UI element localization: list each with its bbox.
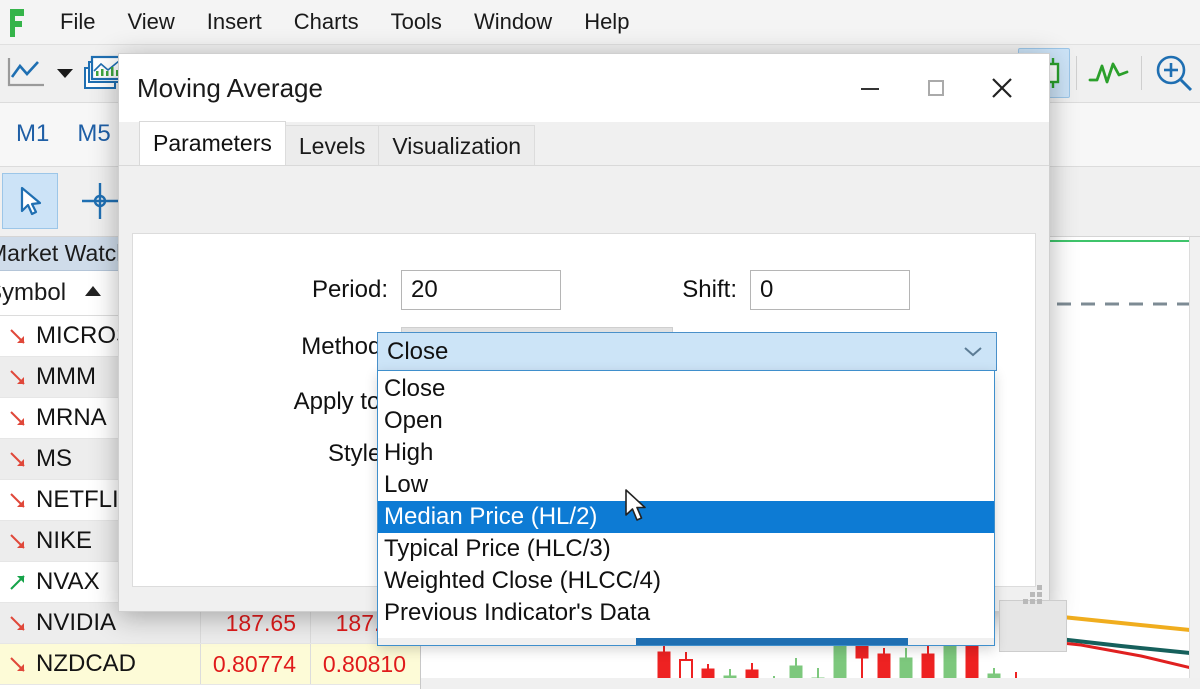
moving-average-dialog[interactable]: Moving Average Parameters Levels Visualiza… <box>118 53 1067 652</box>
chart-horizontal-scrollbar[interactable] <box>421 678 1200 689</box>
toolbar-separator <box>1076 56 1077 90</box>
dropdown-horizontal-scrollbar[interactable] <box>378 638 994 645</box>
metatrader-logo-icon <box>4 7 30 37</box>
dropdown-option-3[interactable]: Low <box>378 469 994 501</box>
ask-price: 0.80810 <box>310 644 420 684</box>
timeframe-m5[interactable]: M5 <box>63 102 124 166</box>
trend-down-icon <box>0 449 36 470</box>
apply-to-select-value: Close <box>387 337 449 365</box>
dropdown-option-0[interactable]: Close <box>378 373 994 405</box>
metatrader-window: Market Watch Symbol MICROSOFTMMMMRNAMSNE… <box>0 0 1200 689</box>
menu-item-help[interactable]: Help <box>568 0 645 44</box>
menu-item-charts[interactable]: Charts <box>278 0 375 44</box>
trend-down-icon <box>0 326 36 347</box>
period-label: Period: <box>311 276 388 303</box>
trend-down-icon <box>0 490 36 511</box>
apply-to-dropdown-list[interactable]: Close Open High Low Median Price (HL/2) Typic… <box>377 370 995 646</box>
chevron-down-icon[interactable] <box>950 345 996 358</box>
dropdown-option-4[interactable]: Median Price (HL/2) <box>378 501 994 533</box>
shift-label: Shift: <box>682 276 737 303</box>
chart-vertical-scrollbar[interactable] <box>1189 236 1200 689</box>
table-row[interactable]: NZDCAD 0.80774 0.80810 <box>0 644 420 685</box>
menu-bar: File View Insert Charts Tools Window Help <box>0 0 1200 45</box>
dropdown-option-5[interactable]: Typical Price (HLC/3) <box>378 533 994 565</box>
trend-down-icon <box>0 613 36 634</box>
dropdown-option-1[interactable]: Open <box>378 405 994 437</box>
menu-item-window[interactable]: Window <box>458 0 568 44</box>
apply-to-field-row: Apply to: <box>262 388 387 416</box>
apply-to-select[interactable]: Close <box>377 332 997 371</box>
tab-parameters[interactable]: Parameters <box>139 121 286 165</box>
cursor-arrow-icon[interactable] <box>2 173 58 229</box>
dropdown-option-7[interactable]: Previous Indicator's Data <box>378 597 994 629</box>
timeframe-m1[interactable]: M1 <box>2 102 63 166</box>
period-input-value: 20 <box>411 276 438 303</box>
menu-item-file[interactable]: File <box>44 0 111 44</box>
symbol-name: NVIDIA <box>36 609 117 636</box>
style-label: Style: <box>327 440 388 467</box>
trend-up-icon <box>0 572 36 593</box>
menu-item-tools[interactable]: Tools <box>375 0 458 44</box>
menu-item-view[interactable]: View <box>111 0 190 44</box>
trend-down-icon <box>0 531 36 552</box>
sort-ascending-icon <box>84 284 102 302</box>
bid-price: 0.80774 <box>200 644 310 684</box>
column-header-symbol[interactable]: Symbol <box>0 279 66 307</box>
trend-down-icon <box>0 654 36 675</box>
apply-to-label: Apply to: <box>293 388 387 415</box>
dialog-action-button[interactable] <box>999 600 1067 652</box>
tab-visualization[interactable]: Visualization <box>378 125 536 165</box>
trend-down-icon <box>0 367 36 388</box>
period-input[interactable]: 20 <box>401 270 561 310</box>
market-watch-title-label: Market Watch <box>0 239 130 266</box>
dropdown-scroll-thumb[interactable] <box>636 638 908 645</box>
close-icon[interactable] <box>969 54 1035 122</box>
menu-item-insert[interactable]: Insert <box>191 0 278 44</box>
line-chart-icon[interactable] <box>0 48 52 98</box>
dialog-titlebar[interactable]: Moving Average <box>119 54 1049 122</box>
method-label: Method: <box>301 333 388 360</box>
period-field-row: Period: 20 <box>263 270 561 310</box>
symbol-name: NZDCAD <box>36 650 136 677</box>
chevron-down-icon[interactable] <box>52 48 78 98</box>
indicator-line-icon[interactable] <box>1083 48 1135 98</box>
style-field-row: Style: <box>263 440 388 468</box>
shift-input-value: 0 <box>760 276 774 303</box>
toolbar-separator <box>1141 56 1142 90</box>
dropdown-option-2[interactable]: High <box>378 437 994 469</box>
dialog-tabs: Parameters Levels Visualization <box>119 121 1049 166</box>
trend-down-icon <box>0 408 36 429</box>
maximize-icon[interactable] <box>903 54 969 122</box>
resize-grip-icon[interactable] <box>1023 585 1043 605</box>
shift-field-row: Shift: 0 <box>645 270 910 310</box>
dropdown-option-6[interactable]: Weighted Close (HLCC/4) <box>378 565 994 597</box>
minimize-icon[interactable] <box>837 54 903 122</box>
shift-input[interactable]: 0 <box>750 270 910 310</box>
zoom-in-icon[interactable] <box>1148 48 1200 98</box>
tab-levels[interactable]: Levels <box>284 125 380 165</box>
dialog-title: Moving Average <box>137 72 323 103</box>
